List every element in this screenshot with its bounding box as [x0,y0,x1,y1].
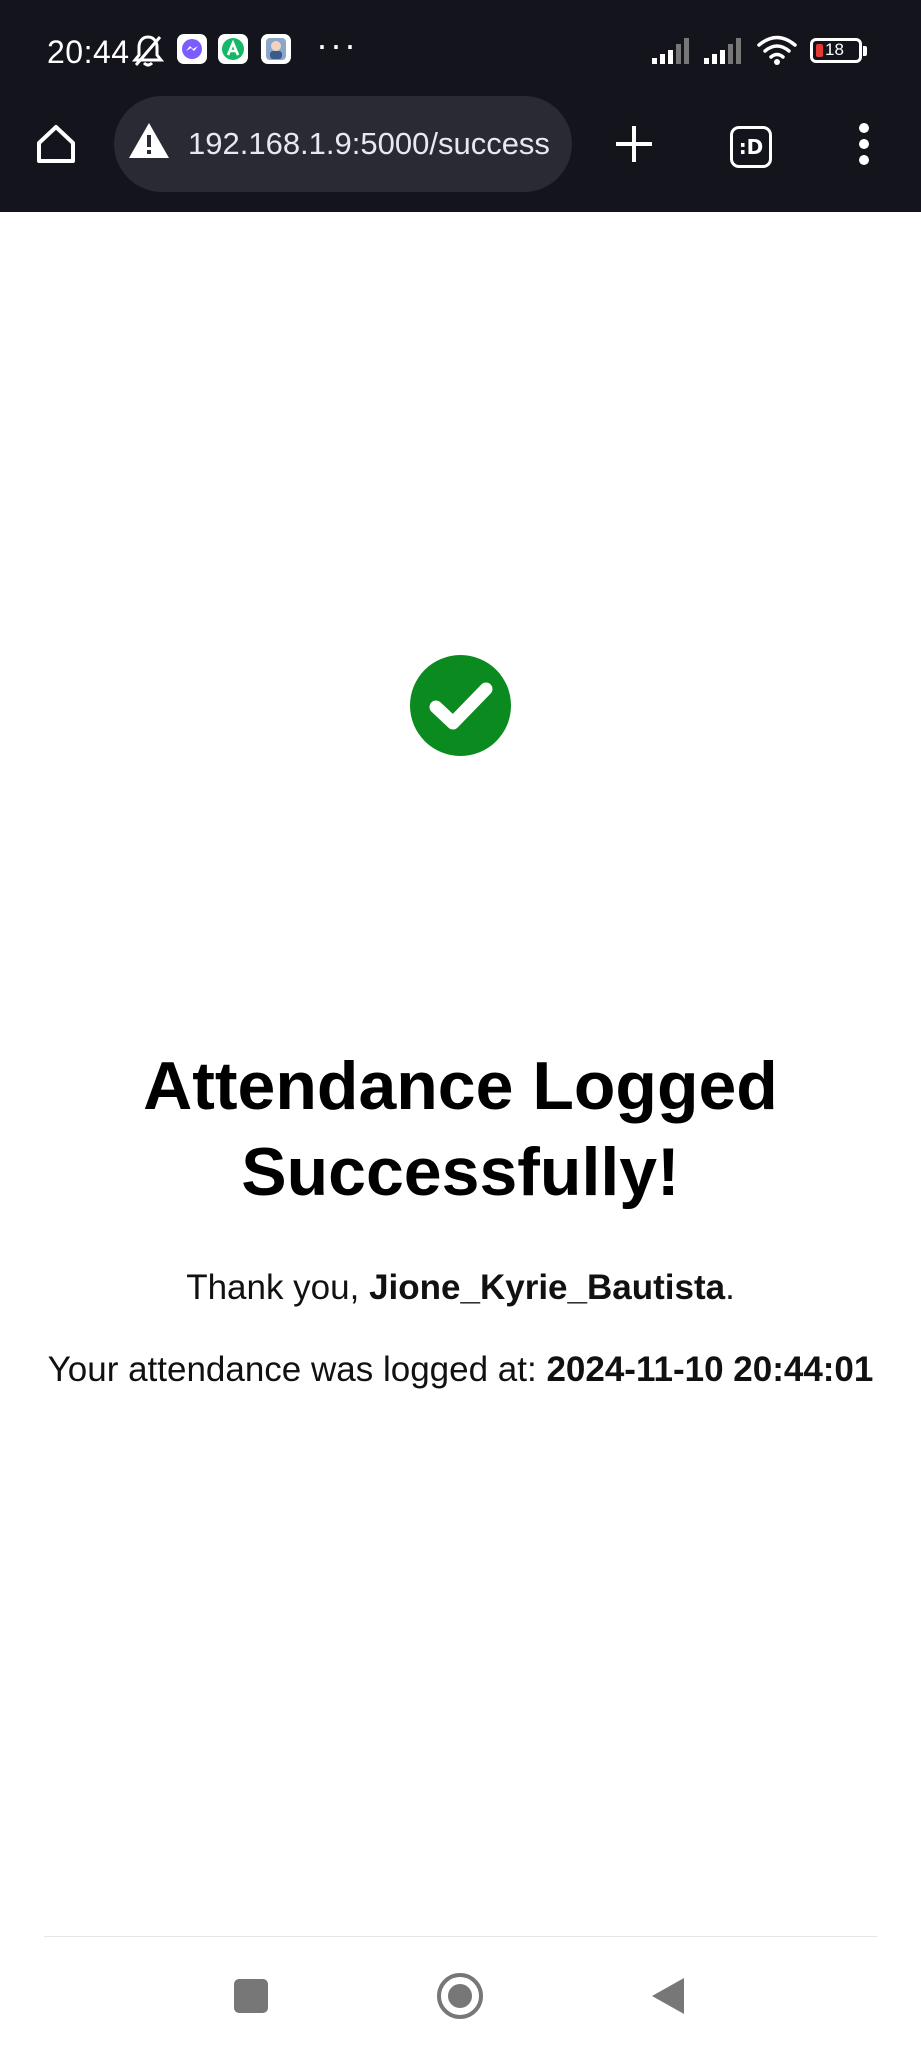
menu-button[interactable] [828,108,900,180]
battery-tip [863,46,867,56]
not-secure-warning-icon [129,123,169,158]
page-title: Attendance Logged Successfully! [143,1048,778,1210]
logged-timestamp: 2024-11-10 20:44:01 [546,1350,874,1389]
url-text: 192.168.1.9:5000/success [188,126,550,161]
home-button[interactable] [20,108,92,180]
more-notifications-icon: ··· [316,24,358,65]
battery-level: 18 [825,40,844,59]
thank-you-message: Thank you, Jione_Kyrie_Bautista. [0,1266,921,1310]
new-tab-button[interactable] [598,108,670,180]
tab-switcher-button[interactable]: :D [730,126,772,168]
bell-off-icon [132,35,164,67]
messenger-icon [177,34,207,64]
tab-switcher-icon: :D [738,135,764,159]
signal-icon [704,38,741,64]
success-check-icon [410,655,511,756]
logged-time-message: Your attendance was logged at: 2024-11-1… [0,1348,921,1392]
signal-icon [652,38,689,64]
avatar-app-icon [261,34,291,64]
home-icon [37,125,75,163]
wifi-icon [757,35,797,65]
back-button[interactable] [633,1964,703,2028]
new-tab-icon [616,126,652,162]
nav-divider [44,1936,877,1937]
menu-icon [859,123,869,165]
user-name: Jione_Kyrie_Bautista [369,1268,726,1307]
address-bar[interactable]: 192.168.1.9:5000/success [114,96,572,192]
recents-button[interactable] [216,1964,286,2028]
thank-you-prefix: Thank you, [186,1268,370,1307]
battery-icon: 18 [810,38,862,63]
recents-icon [234,1979,268,2013]
logged-prefix: Your attendance was logged at: [47,1350,547,1389]
home-circle-icon [437,1973,483,2019]
thank-you-suffix: . [725,1268,735,1307]
back-icon [652,1978,684,2014]
status-bar: 20:44 ··· 18 [0,0,921,104]
home-nav-button[interactable] [425,1964,495,2028]
battery-fill [816,44,823,57]
app-icon [218,34,248,64]
status-time: 20:44 [47,34,130,70]
